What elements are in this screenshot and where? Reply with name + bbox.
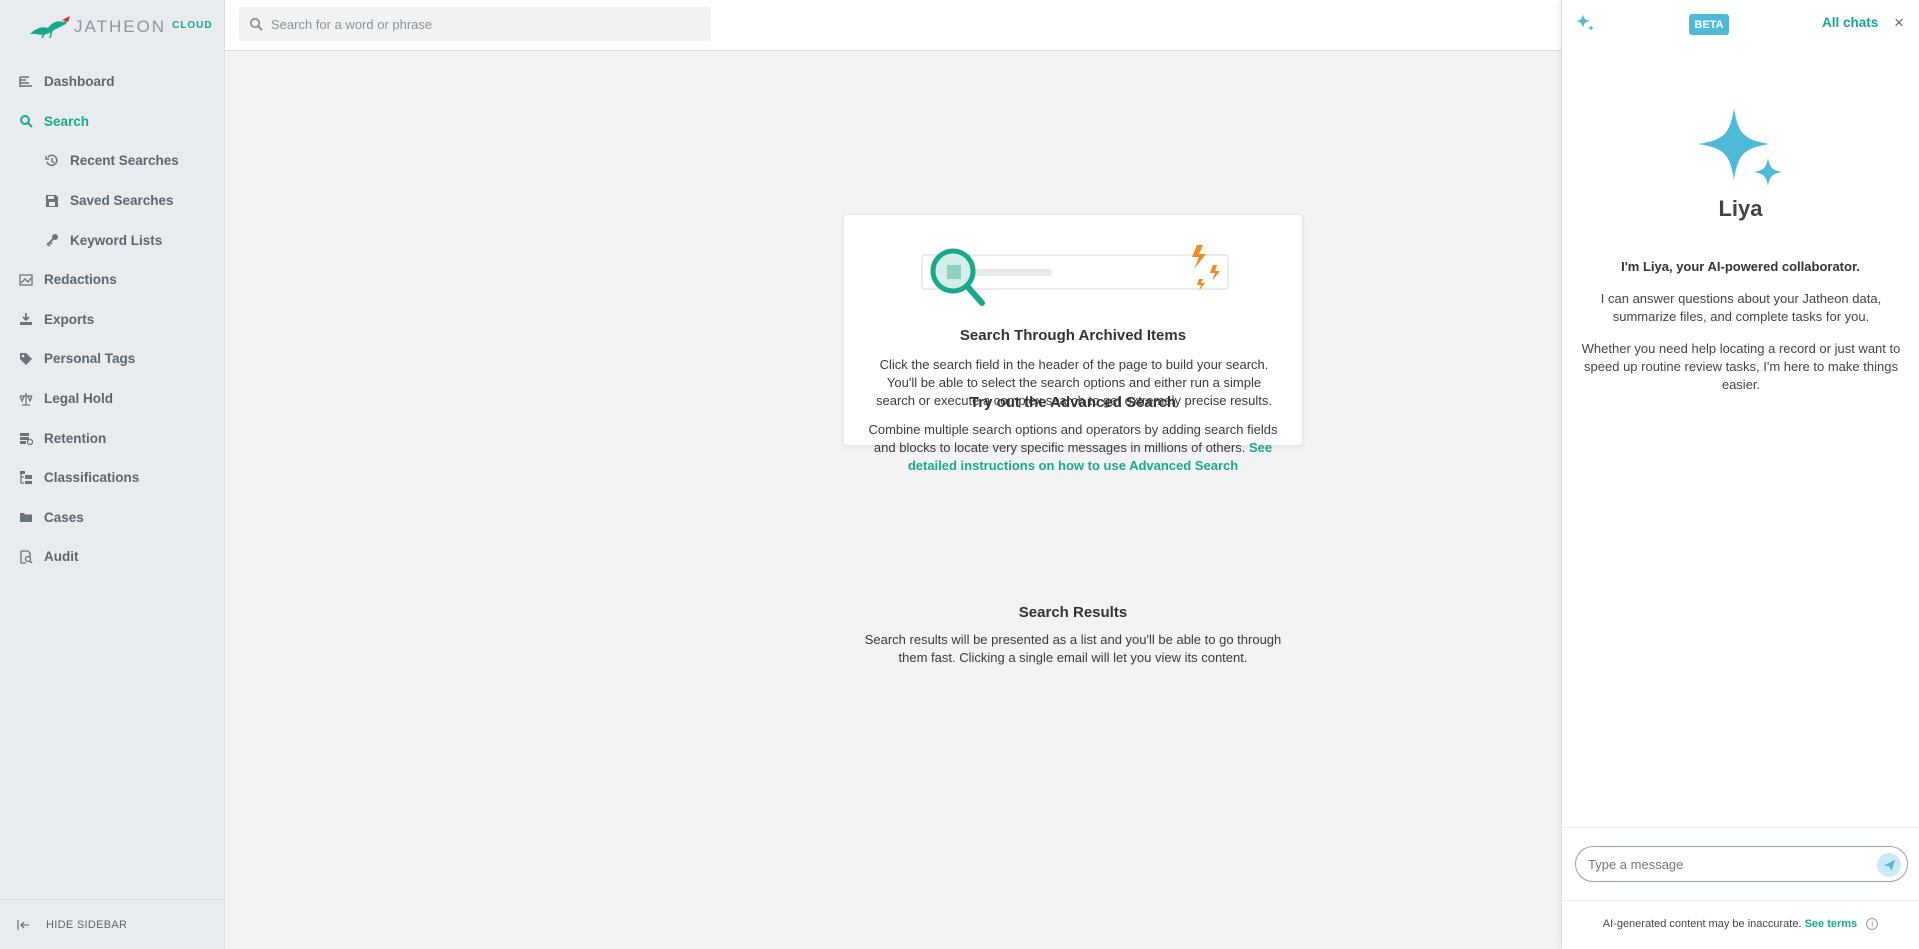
ai-disclaimer: AI-generated content may be inaccurate. … bbox=[1562, 918, 1919, 931]
sidebar-item-keyword-lists[interactable]: Keyword Lists bbox=[0, 220, 224, 260]
liya-sparkle-icon bbox=[1698, 108, 1782, 186]
sidebar-item-classifications[interactable]: Classifications bbox=[0, 458, 224, 498]
close-panel-button[interactable]: × bbox=[1894, 13, 1904, 33]
message-input[interactable] bbox=[1588, 856, 1858, 872]
sidebar-item-label: Exports bbox=[44, 311, 95, 327]
header-search[interactable] bbox=[239, 7, 711, 41]
message-composer[interactable] bbox=[1575, 846, 1908, 882]
sidebar-item-legal-hold[interactable]: Legal Hold bbox=[0, 379, 224, 419]
see-terms-link[interactable]: See terms bbox=[1805, 918, 1858, 930]
assistant-help-text: Whether you need help locating a record … bbox=[1581, 341, 1901, 392]
sidebar-item-dashboard[interactable]: Dashboard bbox=[0, 62, 224, 102]
divider bbox=[1562, 827, 1919, 828]
ai-assistant-panel: BETA All chats × Liya I'm Liya, your AI-… bbox=[1561, 0, 1919, 949]
card-title: Search Through Archived Items bbox=[959, 327, 1187, 344]
logo-text: JATHEON bbox=[74, 17, 167, 36]
sidebar: JATHEON CLOUD Dashboard Search Recent Se… bbox=[0, 0, 225, 949]
sidebar-item-recent-searches[interactable]: Recent Searches bbox=[0, 141, 224, 181]
dashboard-icon bbox=[18, 74, 34, 90]
sidebar-item-retention[interactable]: Retention bbox=[0, 418, 224, 458]
sidebar-item-label: Cases bbox=[44, 509, 84, 525]
assistant-description: I can answer questions about your Jatheo… bbox=[1600, 291, 1882, 324]
sidebar-item-redactions[interactable]: Redactions bbox=[0, 260, 224, 300]
folder-icon bbox=[18, 509, 34, 525]
sidebar-item-search[interactable]: Search bbox=[0, 102, 224, 142]
sidebar-item-label: Retention bbox=[44, 430, 107, 446]
all-chats-link[interactable]: All chats bbox=[1822, 15, 1878, 30]
info-icon[interactable]: i bbox=[1866, 918, 1879, 931]
sidebar-item-label: Saved Searches bbox=[70, 193, 174, 209]
divider bbox=[1562, 900, 1919, 901]
sidebar-item-label: Keyword Lists bbox=[70, 232, 163, 248]
hide-sidebar-button[interactable]: HIDE SIDEBAR bbox=[0, 899, 224, 949]
search-results-text: Search results will be presented as a li… bbox=[864, 632, 1282, 665]
search-results-section: Search Results Search results will be pr… bbox=[843, 604, 1303, 667]
sidebar-item-label: Redactions bbox=[44, 272, 117, 288]
sidebar-item-label: Legal Hold bbox=[44, 391, 114, 407]
dragon-logo-icon bbox=[30, 16, 70, 39]
assistant-intro: I'm Liya, your AI-powered collaborator. bbox=[1621, 259, 1860, 274]
sidebar-item-label: Recent Searches bbox=[70, 153, 179, 169]
logo-suffix: CLOUD bbox=[172, 19, 213, 31]
panel-header: BETA All chats × bbox=[1562, 0, 1919, 48]
audit-icon bbox=[18, 549, 34, 565]
search-results-title: Search Results bbox=[1018, 604, 1128, 621]
sidebar-item-saved-searches[interactable]: Saved Searches bbox=[0, 181, 224, 221]
hide-sidebar-label: HIDE SIDEBAR bbox=[46, 918, 128, 931]
sidebar-item-label: Classifications bbox=[44, 470, 140, 486]
tag-icon bbox=[18, 351, 34, 367]
history-icon bbox=[44, 153, 60, 169]
disclaimer-text: AI-generated content may be inaccurate. bbox=[1602, 918, 1802, 930]
redaction-icon bbox=[18, 272, 34, 288]
retention-icon bbox=[18, 430, 34, 446]
main-content: Search Through Archived Items Click the … bbox=[225, 51, 1561, 949]
advanced-search-title: Try out the Advanced Search bbox=[969, 394, 1177, 411]
key-icon bbox=[44, 232, 60, 248]
jatheon-logo[interactable]: JATHEON CLOUD bbox=[28, 14, 213, 40]
search-illustration-icon bbox=[921, 245, 1229, 306]
beta-badge: BETA bbox=[1689, 14, 1729, 35]
sidebar-nav: Dashboard Search Recent Searches Saved S… bbox=[0, 62, 224, 577]
advanced-search-description: Combine multiple search options and oper… bbox=[868, 422, 1278, 455]
top-header bbox=[225, 0, 1561, 51]
search-icon bbox=[249, 17, 263, 31]
export-icon bbox=[18, 311, 34, 327]
advanced-search-section: Try out the Advanced Search Combine mult… bbox=[843, 394, 1303, 475]
advanced-search-text: Combine multiple search options and oper… bbox=[843, 421, 1303, 475]
sidebar-item-personal-tags[interactable]: Personal Tags bbox=[0, 339, 224, 379]
sidebar-item-label: Dashboard bbox=[44, 74, 115, 90]
sparkle-icon[interactable] bbox=[1574, 12, 1596, 34]
sidebar-item-label: Search bbox=[44, 113, 90, 129]
send-icon bbox=[1883, 859, 1895, 871]
send-button[interactable] bbox=[1877, 853, 1901, 877]
classification-icon bbox=[18, 470, 34, 486]
assistant-name: Liya bbox=[1718, 196, 1763, 221]
sidebar-item-cases[interactable]: Cases bbox=[0, 498, 224, 538]
scale-icon bbox=[18, 391, 34, 407]
save-icon bbox=[44, 193, 60, 209]
sidebar-item-exports[interactable]: Exports bbox=[0, 300, 224, 340]
sidebar-item-audit[interactable]: Audit bbox=[0, 537, 224, 577]
collapse-left-icon bbox=[16, 917, 32, 933]
search-input[interactable] bbox=[271, 16, 691, 32]
sidebar-item-label: Audit bbox=[44, 549, 79, 565]
sidebar-item-label: Personal Tags bbox=[44, 351, 136, 367]
search-icon bbox=[18, 113, 34, 129]
